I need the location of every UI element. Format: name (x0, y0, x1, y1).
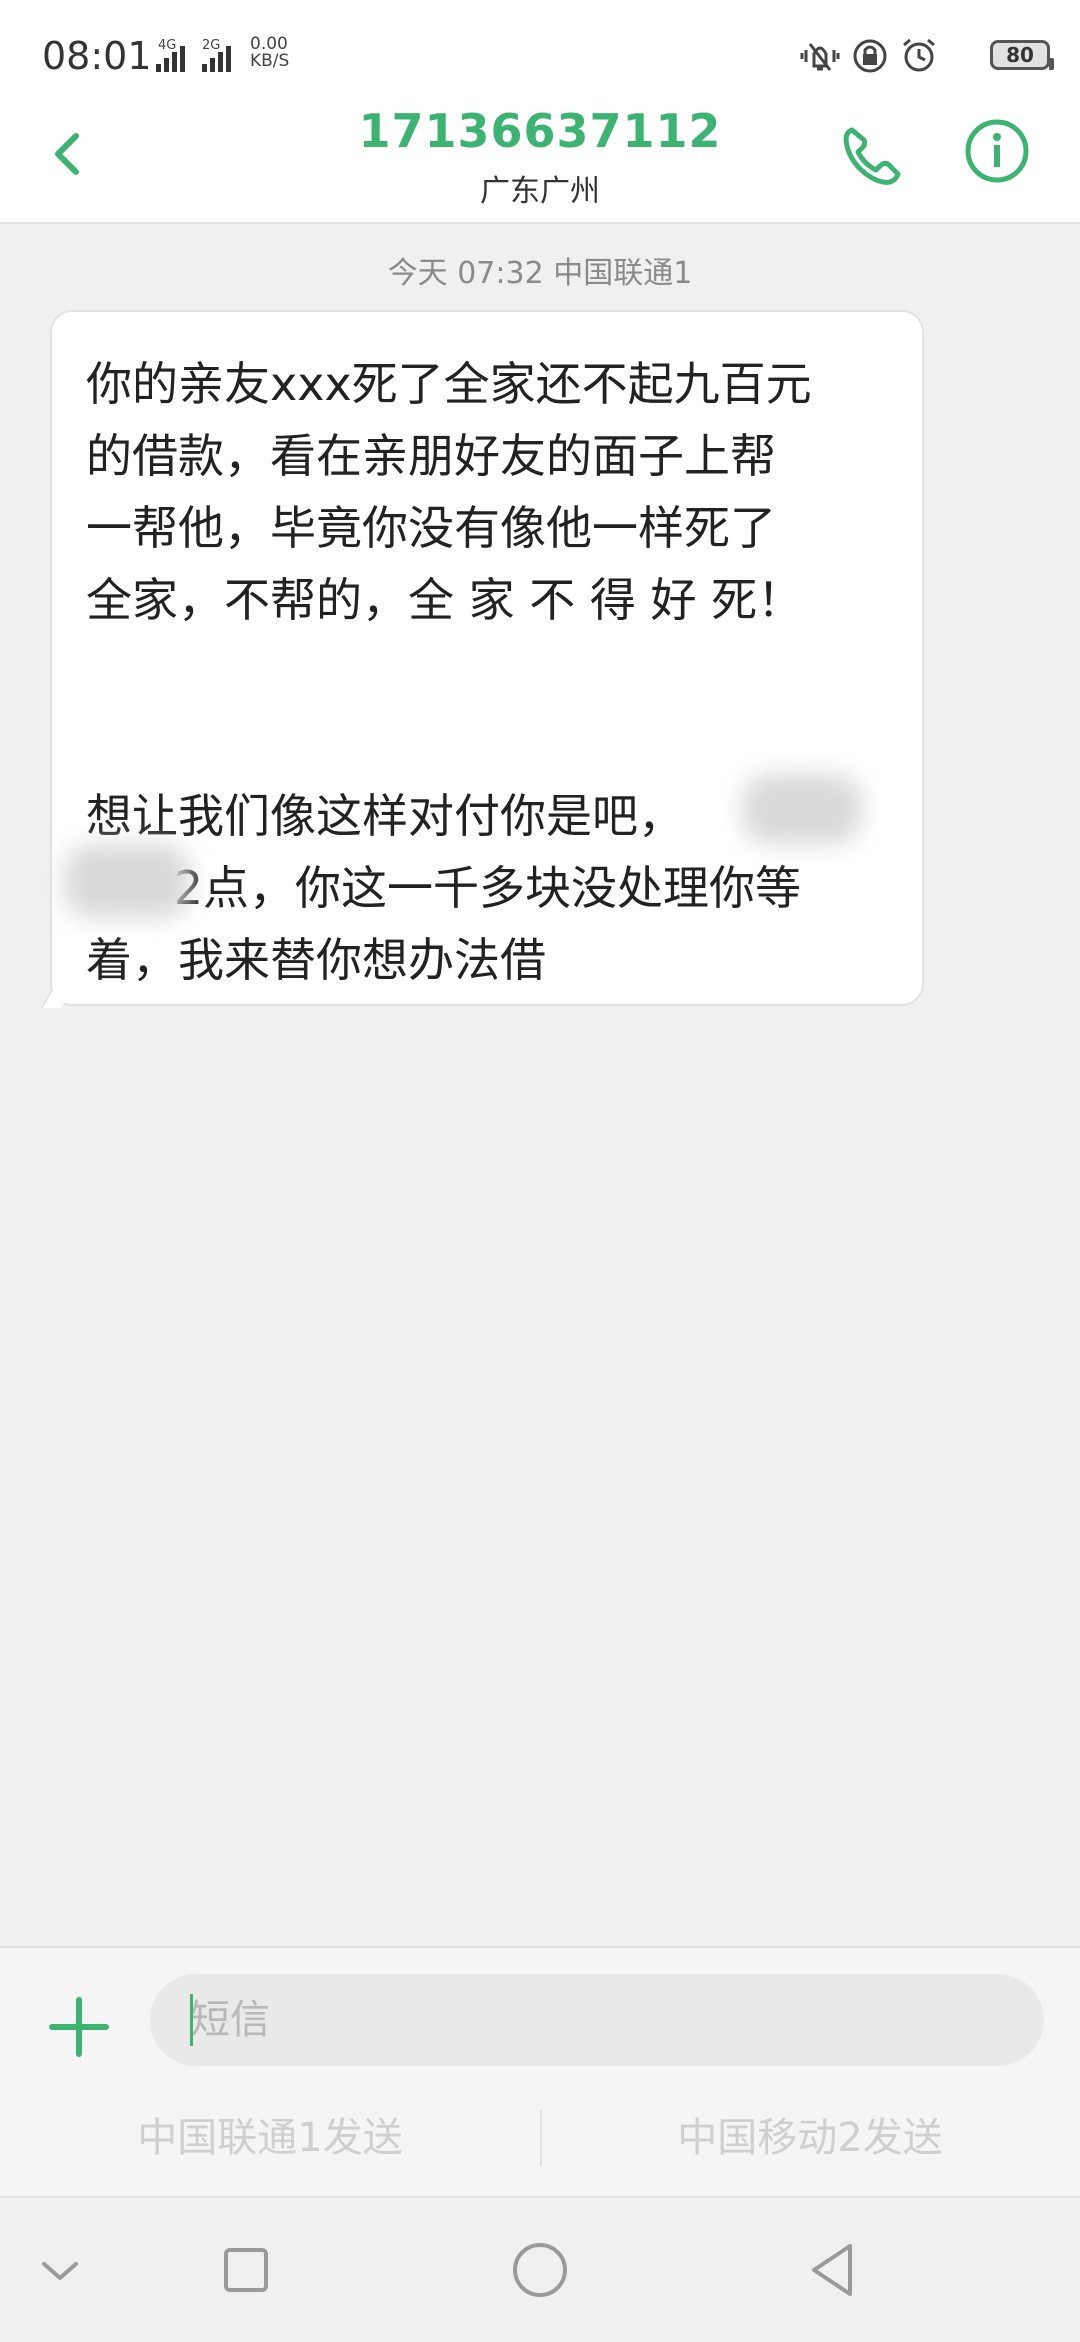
vibrate-icon (800, 43, 840, 71)
message-bubble[interactable]: 你的亲友xxx死了全家还不起九百元 的借款，看在亲朋好友的面子上帮 一帮他，毕竟… (50, 310, 924, 1006)
status-icons: 80 (800, 34, 1054, 78)
battery-icon: 80 (990, 40, 1054, 70)
chevron-down-icon (42, 2262, 78, 2280)
conversation-header: 17136637112 广东广州 (0, 100, 1080, 224)
sms-input[interactable] (150, 1974, 1044, 2066)
message-line: 着，我来替你想办法借 (86, 933, 546, 987)
sim2-network-label: 2G (202, 38, 221, 53)
status-bar: 08:01 4G 2G 0.00 KB/S 80 (0, 0, 1080, 100)
attach-button[interactable] (48, 1996, 110, 2058)
triangle-back-icon (812, 2244, 852, 2296)
recents-button[interactable] (214, 2238, 278, 2302)
message-line: 的借款，看在亲朋好友的面子上帮 (86, 429, 776, 483)
square-icon (224, 2248, 268, 2292)
battery-level: 80 (1006, 43, 1034, 67)
system-nav-bar (0, 2196, 1080, 2342)
text-cursor (190, 1994, 193, 2046)
circle-icon (513, 2243, 567, 2297)
redacted-blur (64, 844, 190, 918)
phone-icon (843, 127, 901, 185)
sim1-network-label: 4G (158, 38, 177, 53)
rotation-lock-icon (853, 39, 887, 73)
hide-nav-button[interactable] (28, 2238, 92, 2302)
plus-icon (49, 1997, 109, 2057)
back-nav-button[interactable] (802, 2238, 866, 2302)
message-line: 你的亲友xxx死了全家还不起九百元 (86, 357, 812, 411)
message-line: 2点，你这一千多块没处理你等 (86, 861, 801, 915)
home-button[interactable] (508, 2238, 572, 2302)
message-line: 一帮他，毕竟你没有像他一样死了 (86, 501, 776, 555)
sim1-signal-icon: 4G (142, 38, 194, 72)
network-speed-unit: KB/S (250, 51, 290, 71)
message-line: 全家，不帮的，全 家 不 得 好 死！ (86, 573, 804, 627)
send-sim1-button[interactable]: 中国联通1发送 (0, 2108, 540, 2168)
contact-number: 17136637112 (358, 104, 722, 158)
call-button[interactable] (838, 120, 908, 190)
status-time: 08:01 (42, 34, 152, 78)
compose-area: 中国联通1发送 中国移动2发送 (0, 1946, 1080, 2198)
send-sim2-button[interactable]: 中国移动2发送 (540, 2108, 1080, 2168)
sim2-signal-icon: 2G (198, 38, 246, 72)
redacted-blur (742, 774, 862, 844)
info-button[interactable] (964, 118, 1030, 184)
network-speed: 0.00 KB/S (250, 36, 289, 70)
alarm-icon (903, 38, 935, 72)
message-timestamp: 今天 07:32 中国联通1 (387, 256, 693, 291)
contact-location: 广东广州 (480, 174, 600, 209)
